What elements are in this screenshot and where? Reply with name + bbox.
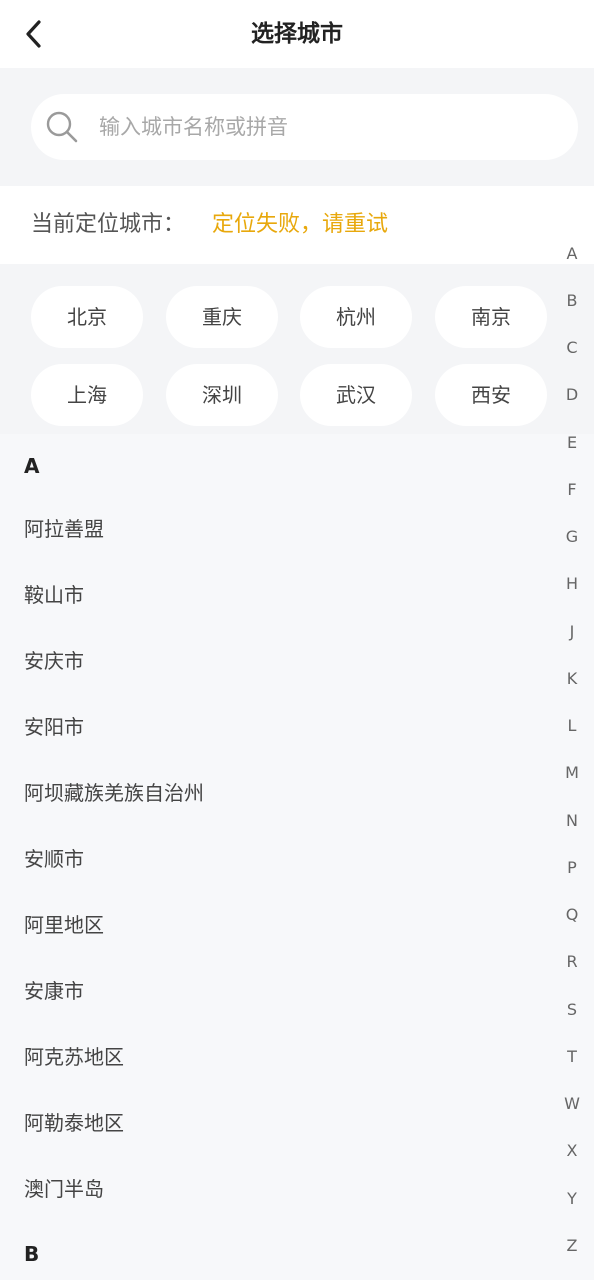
- index-letter[interactable]: G: [558, 517, 586, 557]
- index-letter[interactable]: Z: [558, 1226, 586, 1266]
- index-letter[interactable]: J: [558, 612, 586, 652]
- hot-city-button[interactable]: 北京: [31, 286, 143, 348]
- section-header: B: [24, 1242, 40, 1266]
- hot-city-button[interactable]: 西安: [435, 364, 547, 426]
- current-location-row: 当前定位城市： 定位失败，请重试: [0, 186, 594, 264]
- index-letter[interactable]: F: [558, 470, 586, 510]
- index-letter[interactable]: R: [558, 942, 586, 982]
- location-retry-link[interactable]: 定位失败，请重试: [212, 186, 388, 264]
- current-location-label: 当前定位城市：: [31, 212, 186, 237]
- index-letter[interactable]: B: [558, 281, 586, 321]
- index-letter[interactable]: N: [558, 801, 586, 841]
- city-list-item[interactable]: 阿勒泰地区: [24, 1103, 524, 1143]
- search-box[interactable]: [31, 94, 578, 160]
- city-list-item[interactable]: 阿拉善盟: [24, 509, 524, 549]
- index-letter[interactable]: P: [558, 848, 586, 888]
- index-letter[interactable]: M: [558, 753, 586, 793]
- city-list-item[interactable]: 鞍山市: [24, 575, 524, 615]
- city-list-item[interactable]: 安阳市: [24, 707, 524, 747]
- city-list-item[interactable]: 安庆市: [24, 641, 524, 681]
- hot-cities-grid: 北京 重庆 杭州 南京 上海 深圳 武汉 西安: [0, 264, 594, 434]
- index-letter[interactable]: L: [558, 706, 586, 746]
- hot-city-button[interactable]: 武汉: [300, 364, 412, 426]
- index-letter[interactable]: K: [558, 659, 586, 699]
- index-letter[interactable]: X: [558, 1131, 586, 1171]
- index-letter[interactable]: W: [558, 1084, 586, 1124]
- index-letter[interactable]: Y: [558, 1179, 586, 1219]
- alphabet-index: A B C D E F G H J K L M N P Q R S T W X …: [558, 232, 586, 1272]
- index-letter[interactable]: E: [558, 423, 586, 463]
- page-title: 选择城市: [251, 21, 343, 47]
- city-list: A 阿拉善盟 鞍山市 安庆市 安阳市 阿坝藏族羌族自治州 安顺市 阿里地区 安康…: [0, 434, 594, 1280]
- hot-city-button[interactable]: 上海: [31, 364, 143, 426]
- hot-city-button[interactable]: 杭州: [300, 286, 412, 348]
- index-letter[interactable]: T: [558, 1037, 586, 1077]
- city-list-item[interactable]: 澳门半岛: [24, 1169, 524, 1209]
- hot-city-button[interactable]: 南京: [435, 286, 547, 348]
- hot-city-button[interactable]: 深圳: [166, 364, 278, 426]
- city-list-item[interactable]: 阿里地区: [24, 905, 524, 945]
- index-letter[interactable]: Q: [558, 895, 586, 935]
- index-letter[interactable]: D: [558, 375, 586, 415]
- city-picker-page: 选择城市 当前定位城市： 定位失败，请重试 北京 重庆 杭州 南京 上海 深圳 …: [0, 0, 594, 1280]
- city-list-item[interactable]: 阿坝藏族羌族自治州: [24, 773, 524, 813]
- hot-city-button[interactable]: 重庆: [166, 286, 278, 348]
- header-bar: 选择城市: [0, 0, 594, 68]
- search-icon: [46, 111, 78, 143]
- city-list-item[interactable]: 阿克苏地区: [24, 1037, 524, 1077]
- city-list-item[interactable]: 安康市: [24, 971, 524, 1011]
- section-header: A: [24, 454, 40, 478]
- index-letter[interactable]: C: [558, 328, 586, 368]
- index-letter[interactable]: A: [558, 234, 586, 274]
- index-letter[interactable]: S: [558, 990, 586, 1030]
- search-input[interactable]: [99, 94, 559, 160]
- index-letter[interactable]: H: [558, 564, 586, 604]
- city-list-item[interactable]: 安顺市: [24, 839, 524, 879]
- search-area: [0, 68, 594, 186]
